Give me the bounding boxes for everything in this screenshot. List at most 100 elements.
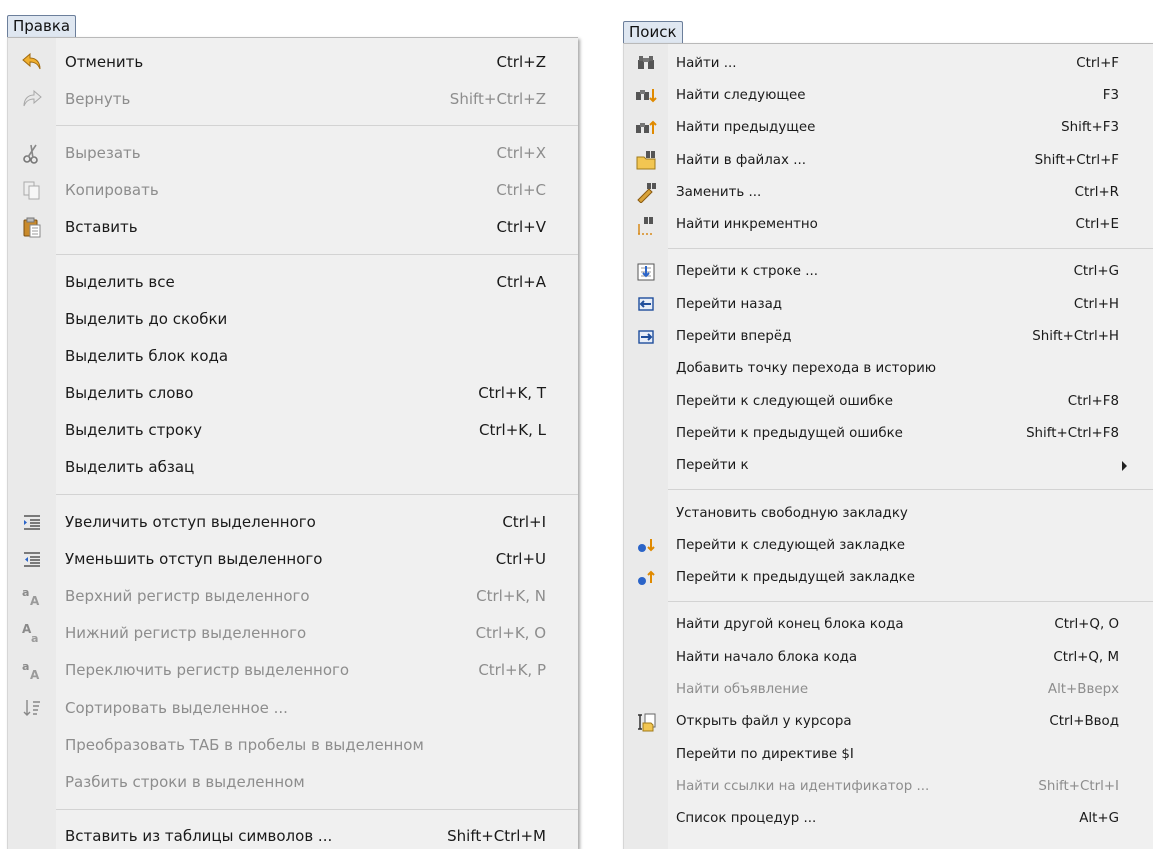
menu-item-shortcut: Shift+Ctrl+F	[1034, 152, 1119, 168]
menu-item-shortcut: Ctrl+K, N	[476, 587, 546, 606]
find-next-icon	[624, 79, 668, 111]
find-in-files-icon	[624, 144, 668, 176]
menu-item-label: Найти объявление	[676, 681, 809, 697]
menu-item-вернуть[interactable]: Вернуть Shift+Ctrl+Z	[8, 80, 578, 117]
menu-item-label: Разбить строки в выделенном	[65, 772, 305, 791]
menu-item-shortcut: Ctrl+Q, M	[1053, 649, 1119, 665]
menu-item-вырезать[interactable]: Вырезать Ctrl+X	[8, 134, 578, 171]
menu-item-label: Найти ссылки на идентификатор ...	[676, 778, 930, 794]
icon-gutter	[8, 449, 56, 486]
icon-gutter	[8, 263, 56, 300]
svg-text:a: a	[31, 632, 38, 644]
icon-gutter	[624, 417, 668, 449]
menu-item-преобразовать-таб-в-пробелы-в-выделенном[interactable]: Преобразовать ТАБ в пробелы в выделенном	[8, 726, 578, 763]
menu-item-shortcut: Ctrl+K, L	[479, 421, 546, 440]
menu-item-label: Перейти к предыдущей закладке	[676, 570, 915, 586]
icon-gutter	[8, 726, 56, 763]
menu-item-перейти-назад[interactable]: Перейти назад Ctrl+H	[624, 288, 1153, 320]
menu-item-label: Копировать	[65, 181, 159, 200]
menu-item-label: Перейти к следующей закладке	[676, 537, 906, 553]
menu-item-найти-начало-блока-кода[interactable]: Найти начало блока кода Ctrl+Q, M	[624, 641, 1153, 673]
menu-item-label: Выделить строку	[65, 421, 203, 440]
menu-item-перейти-к-строке[interactable]: Перейти к строке ... Ctrl+G	[624, 256, 1153, 288]
menu-item-открыть-файл-у-курсора[interactable]: Открыть файл у курсора Ctrl+Ввод	[624, 706, 1153, 738]
menu-item-сортировать-выделенное[interactable]: Сортировать выделенное ...	[8, 689, 578, 726]
menu-item-найти-ссылки-на-идентификатор[interactable]: Найти ссылки на идентификатор ... Shift+C…	[624, 770, 1153, 802]
menu-item-добавить-точку-перехода-в-историю[interactable]: Добавить точку перехода в историю	[624, 353, 1153, 385]
menu-item-перейти-к-предыдущей-ошибке[interactable]: Перейти к предыдущей ошибке Shift+Ctrl+F8	[624, 417, 1153, 449]
lowercase-icon: Aa	[8, 615, 56, 652]
menu-item-shortcut: Shift+Ctrl+H	[1032, 329, 1119, 345]
menu-item-выделить-все[interactable]: Выделить все Ctrl+A	[8, 263, 578, 300]
menu-item-label: Перейти к предыдущей ошибке	[676, 425, 903, 441]
menu-item-установить-свободную-закладку[interactable]: Установить свободную закладку	[624, 497, 1153, 529]
menu-item-перейти-по-директиве-i[interactable]: Перейти по директиве $I	[624, 738, 1153, 770]
jump-forward-icon	[624, 321, 668, 353]
menu-item-label: Найти инкрементно	[676, 217, 818, 233]
icon-gutter	[624, 770, 668, 802]
menu-item-выделить-абзац[interactable]: Выделить абзац	[8, 449, 578, 486]
menu-item-найти-инкрементно[interactable]: Найти инкрементно Ctrl+E	[624, 208, 1153, 240]
undo-arrow-icon	[8, 43, 56, 80]
menu-item-разбить-строки-в-выделенном[interactable]: Разбить строки в выделенном	[8, 763, 578, 800]
menu-item-нижний-регистр-выделенного[interactable]: Aa Нижний регистр выделенного Ctrl+K, O	[8, 615, 578, 652]
menu-item-label: Выделить абзац	[65, 458, 195, 477]
menu-item-заменить[interactable]: Заменить ... Ctrl+R	[624, 176, 1153, 208]
menu-item-увеличить-отступ-выделенного[interactable]: Увеличить отступ выделенного Ctrl+I	[8, 503, 578, 540]
copy-pages-icon	[8, 172, 56, 209]
menu-item-выделить-блок-кода[interactable]: Выделить блок кода	[8, 337, 578, 374]
icon-gutter	[624, 450, 668, 482]
menu-item-label: Перейти к	[676, 458, 749, 474]
menu-item-найти-следующее[interactable]: Найти следующее F3	[624, 79, 1153, 111]
menu-item-label: Найти предыдущее	[676, 120, 816, 136]
menu-item-найти[interactable]: Найти ... Ctrl+F	[624, 47, 1153, 79]
menu-separator	[668, 247, 1153, 249]
menu-item-label: Список процедур ...	[676, 811, 817, 827]
menu-item-верхний-регистр-выделенного[interactable]: a A Верхний регистр выделенного Ctrl+K, N	[8, 577, 578, 614]
menu-separator	[56, 125, 578, 127]
menu-item-label: Установить свободную закладку	[676, 505, 908, 521]
menu-item-перейти-к-следующей-закладке[interactable]: Перейти к следующей закладке	[624, 529, 1153, 561]
menu-item-выделить-строку[interactable]: Выделить строку Ctrl+K, L	[8, 412, 578, 449]
clipboard-paste-icon	[8, 209, 56, 246]
icon-gutter	[8, 818, 56, 849]
menu-poisk[interactable]: Поиск	[623, 21, 683, 43]
menu-item-вставить-из-таблицы-символов[interactable]: Вставить из таблицы символов ... Shift+Ct…	[8, 818, 578, 849]
menu-item-shortcut: Ctrl+H	[1073, 296, 1119, 312]
menu-item-копировать[interactable]: Копировать Ctrl+C	[8, 172, 578, 209]
icon-gutter	[624, 353, 668, 385]
menu-item-перейти-к[interactable]: Перейти к	[624, 450, 1153, 482]
menu-item-label: Открыть файл у курсора	[676, 714, 852, 730]
menu-item-переключить-регистр-выделенного[interactable]: a A Переключить регистр выделенного Ctrl+K,…	[8, 652, 578, 689]
menu-item-shortcut: Ctrl+E	[1075, 217, 1119, 233]
indent-decrease-icon	[8, 540, 56, 577]
menu-item-найти-предыдущее[interactable]: Найти предыдущее Shift+F3	[624, 112, 1153, 144]
menu-item-shortcut: Ctrl+Ввод	[1049, 714, 1119, 730]
menu-item-перейти-вперёд[interactable]: Перейти вперёд Shift+Ctrl+H	[624, 320, 1153, 352]
menu-item-найти-объявление[interactable]: Найти объявление Alt+Вверх	[624, 673, 1153, 705]
menu-pravka[interactable]: Правка	[7, 15, 77, 37]
menu-item-отменить[interactable]: Отменить Ctrl+Z	[8, 43, 578, 80]
svg-text:A: A	[30, 594, 40, 607]
menu-item-label: Перейти назад	[676, 296, 783, 312]
menu-item-вставить[interactable]: Вставить Ctrl+V	[8, 209, 578, 246]
menu-item-shortcut: Ctrl+I	[502, 512, 546, 531]
menu-item-найти-другой-конец-блока-кода[interactable]: Найти другой конец блока кода Ctrl+Q, O	[624, 609, 1153, 641]
menu-item-перейти-к-предыдущей-закладке[interactable]: Перейти к предыдущей закладке	[624, 561, 1153, 593]
menu-item-выделить-до-скобки[interactable]: Выделить до скобки	[8, 300, 578, 337]
menu-item-найти-в-файлах[interactable]: Найти в файлах ... Shift+Ctrl+F	[624, 144, 1153, 176]
menu-item-shortcut: Ctrl+Q, O	[1054, 617, 1119, 633]
menu-item-список-процедур[interactable]: Список процедур ... Alt+G	[624, 803, 1153, 835]
menu-item-shortcut: Shift+Ctrl+Z	[449, 89, 546, 108]
menu-item-перейти-к-следующей-ошибке[interactable]: Перейти к следующей ошибке Ctrl+F8	[624, 385, 1153, 417]
menu-item-выделить-слово[interactable]: Выделить слово Ctrl+K, T	[8, 375, 578, 412]
find-previous-icon	[624, 112, 668, 144]
toggle-case-icon: aA	[8, 652, 56, 689]
menu-item-уменьшить-отступ-выделенного[interactable]: Уменьшить отступ выделенного Ctrl+U	[8, 540, 578, 577]
menu-item-label: Выделить все	[65, 272, 175, 291]
menu-item-shortcut: Ctrl+G	[1073, 264, 1119, 280]
icon-gutter	[8, 412, 56, 449]
submenu-arrow-icon	[1122, 460, 1127, 471]
menu-item-label: Перейти вперёд	[676, 329, 792, 345]
jump-back-icon	[624, 288, 668, 320]
